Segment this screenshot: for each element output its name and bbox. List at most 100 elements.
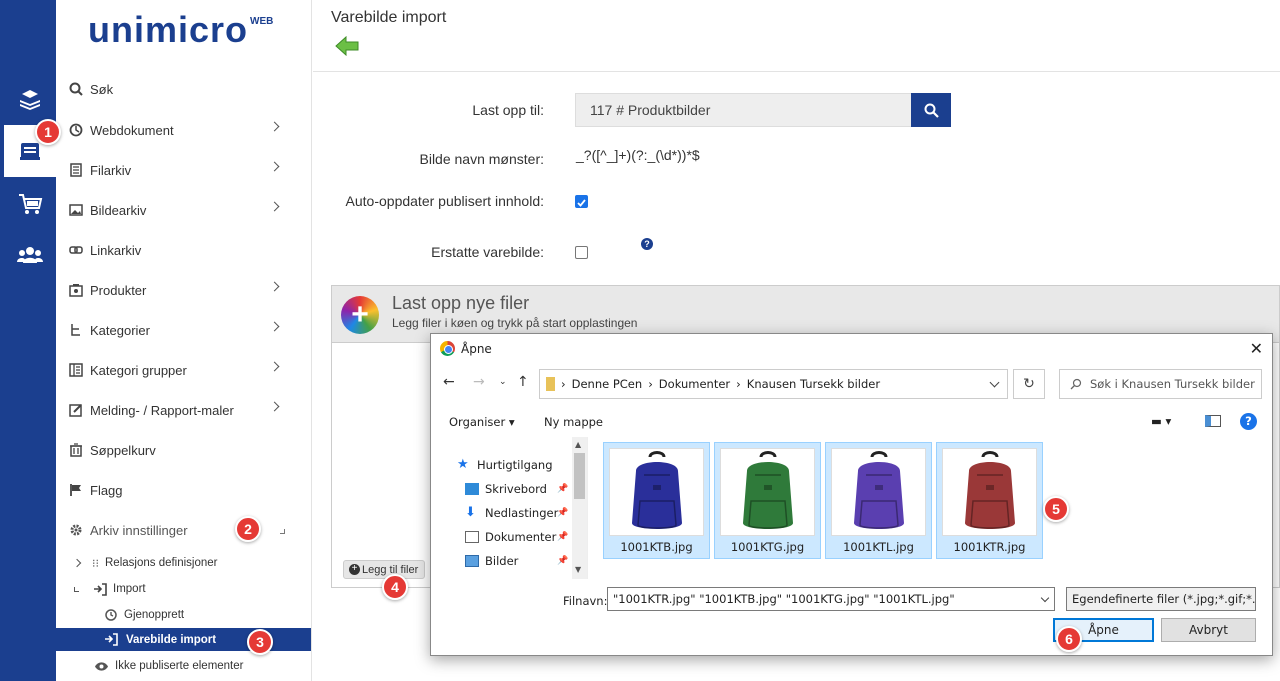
- page-title: Varebilde import: [331, 9, 447, 26]
- cart-icon[interactable]: [4, 178, 56, 230]
- filename-value: "1001KTR.jpg" "1001KTB.jpg" "1001KTG.jpg…: [613, 592, 955, 606]
- backpack-thumbnail: [831, 448, 926, 536]
- menu-item-webdokument[interactable]: Webdokument: [68, 118, 300, 142]
- step-badge: 6: [1056, 626, 1082, 652]
- view-menu-icon[interactable]: ▬ ▾: [1151, 414, 1171, 428]
- tree-item-quick-access[interactable]: ★ Hurtigtilgang: [457, 455, 553, 475]
- menu-item-kategori-grupper[interactable]: Kategori grupper: [68, 358, 300, 382]
- organise-button[interactable]: Organiser ▾: [449, 415, 515, 429]
- file-tile[interactable]: 1001KTB.jpg: [603, 442, 710, 559]
- filename-row: Filnavn: "1001KTR.jpg" "1001KTB.jpg" "10…: [431, 587, 1272, 613]
- menu-item-soppelkurv[interactable]: Søppelkurv: [68, 438, 300, 462]
- pattern-value[interactable]: _?([^_]+)(?:_(\d*))*$: [576, 147, 700, 163]
- preview-pane-icon[interactable]: [1205, 415, 1221, 427]
- backpack-thumbnail: [942, 448, 1037, 536]
- search-button[interactable]: [911, 93, 951, 127]
- back-icon[interactable]: ←: [443, 374, 455, 390]
- menu-item-kategorier[interactable]: Kategorier: [68, 318, 300, 342]
- sub-item-relasjons-definisjoner[interactable]: ⁝⁝ Relasjons definisjoner: [72, 552, 304, 574]
- file-tile[interactable]: 1001KTR.jpg: [936, 442, 1043, 559]
- add-circle-icon: +: [341, 296, 379, 334]
- tree-scrollbar[interactable]: ▲ ▼: [572, 437, 587, 579]
- forward-icon[interactable]: →: [473, 374, 485, 390]
- help-glyph: ?: [644, 239, 650, 249]
- menu-item-label: Filarkiv: [90, 162, 132, 178]
- upload-to-value: 117 # Produktbilder: [590, 102, 711, 118]
- menu-item-label: Bildearkiv: [90, 202, 147, 218]
- filetype-value: Egendefinerte filer (*.jpg;*.gif;*.: [1072, 592, 1256, 606]
- sub-item-label: Relasjons definisjoner: [105, 557, 218, 569]
- scroll-down-icon[interactable]: ▼: [575, 565, 581, 574]
- add-files-button[interactable]: + Legg til filer: [343, 560, 426, 579]
- sub-item-label: Import: [113, 583, 146, 595]
- menu-item-produkter[interactable]: Produkter: [68, 278, 300, 302]
- address-bar[interactable]: › Denne PCen › Dokumenter › Knausen Turs…: [539, 369, 1008, 399]
- close-icon[interactable]: ✕: [1250, 339, 1263, 358]
- refresh-icon[interactable]: ↻: [1013, 369, 1045, 399]
- flag-icon: [68, 482, 84, 498]
- menu-item-label: Flagg: [90, 482, 123, 498]
- cancel-button[interactable]: Avbryt: [1161, 618, 1256, 642]
- tree-item-downloads[interactable]: ⬇ Nedlastinger 📌: [465, 503, 568, 523]
- file-name: 1001KTR.jpg: [953, 540, 1026, 554]
- path-segment[interactable]: Dokumenter: [659, 377, 730, 391]
- sub-item-import[interactable]: Import: [74, 578, 304, 600]
- menu-item-label: Melding- / Rapport-maler: [90, 402, 234, 418]
- tree-item-desktop[interactable]: Skrivebord 📌: [465, 479, 568, 499]
- step-badge: 5: [1043, 496, 1069, 522]
- chevron-down-icon[interactable]: [989, 377, 1000, 388]
- chevron-right-icon: [269, 361, 280, 372]
- path-segment[interactable]: Denne PCen: [572, 377, 643, 391]
- chevron-down-icon[interactable]: [1040, 593, 1050, 603]
- step-badge: 2: [235, 516, 261, 542]
- link-icon: [68, 242, 84, 258]
- step-badge: 1: [35, 119, 61, 145]
- import-icon: [105, 633, 118, 646]
- replace-checkbox[interactable]: [575, 246, 588, 259]
- menu-item-flagg[interactable]: Flagg: [68, 478, 300, 502]
- sub-item-label: Ikke publiserte elementer: [115, 660, 244, 672]
- check-icon: [577, 199, 586, 207]
- sub-item-gjenopprett[interactable]: Gjenopprett: [104, 604, 304, 626]
- sub-item-ikke-publiserte-elementer[interactable]: Ikke publiserte elementer: [94, 655, 304, 677]
- menu-item-bildearkiv[interactable]: Bildearkiv: [68, 198, 300, 222]
- new-folder-button[interactable]: Ny mappe: [544, 415, 603, 429]
- up-icon[interactable]: ↑: [517, 374, 529, 390]
- import-icon: [94, 582, 107, 596]
- recent-dropdown-icon[interactable]: ⌄: [499, 377, 507, 387]
- filetype-select[interactable]: Egendefinerte filer (*.jpg;*.gif;*.: [1066, 587, 1256, 611]
- file-tile[interactable]: 1001KTL.jpg: [825, 442, 932, 559]
- tree-item-pictures[interactable]: Bilder 📌: [465, 551, 568, 571]
- upload-subtitle: Legg filer i køen og trykk på start oppl…: [392, 316, 638, 330]
- path-segment[interactable]: Knausen Tursekk bilder: [747, 377, 880, 391]
- list-icon: [68, 362, 84, 378]
- menu-item-sok[interactable]: Søk: [68, 77, 300, 101]
- users-icon[interactable]: [4, 229, 56, 281]
- dialog-title: Åpne: [461, 342, 492, 356]
- help-icon[interactable]: ?: [1240, 413, 1257, 430]
- upload-to-field[interactable]: 117 # Produktbilder: [575, 93, 912, 127]
- menu-item-linkarkiv[interactable]: Linkarkiv: [68, 238, 300, 262]
- add-circle-glyph: +: [351, 298, 369, 331]
- menu-item-label: Webdokument: [90, 122, 174, 138]
- back-arrow-icon[interactable]: [335, 36, 359, 56]
- help-icon[interactable]: ?: [641, 238, 653, 250]
- sub-item-label: Varebilde import: [126, 633, 217, 646]
- scroll-up-icon[interactable]: ▲: [575, 440, 581, 449]
- side-menu: unimicro WEB Søk Webdokument Filarkiv Bi…: [56, 0, 312, 681]
- scroll-thumb[interactable]: [574, 453, 585, 499]
- plus-icon: +: [349, 564, 360, 575]
- auto-update-checkbox[interactable]: [575, 195, 588, 208]
- menu-item-melding-rapport-maler[interactable]: Melding- / Rapport-maler: [68, 398, 300, 422]
- path-separator-icon: ›: [736, 377, 741, 391]
- nav-tree: ★ Hurtigtilgang Skrivebord 📌 ⬇ Nedlastin…: [431, 437, 588, 579]
- menu-item-arkiv-innstillinger[interactable]: Arkiv innstillinger: [68, 518, 300, 542]
- filename-input[interactable]: "1001KTR.jpg" "1001KTB.jpg" "1001KTG.jpg…: [607, 587, 1055, 611]
- file-tile[interactable]: 1001KTG.jpg: [714, 442, 821, 559]
- menu-item-filarkiv[interactable]: Filarkiv: [68, 158, 300, 182]
- tree-item-label: Bilder: [485, 554, 519, 568]
- tree-item-documents[interactable]: Dokumenter 📌: [465, 527, 568, 547]
- path-separator-icon: ›: [561, 377, 566, 391]
- dialog-search-input[interactable]: Søk i Knausen Tursekk bilder: [1059, 369, 1262, 399]
- chevron-right-icon: [72, 558, 82, 568]
